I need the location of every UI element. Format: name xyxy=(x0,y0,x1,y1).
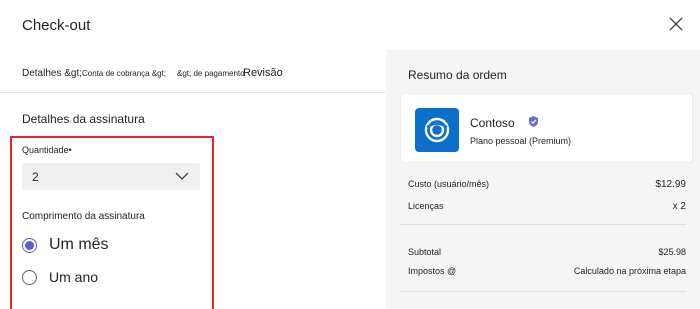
summary-divider-bottom xyxy=(400,291,686,292)
step-billing-account[interactable]: Conta de cobrança &gt; xyxy=(82,69,166,78)
quantity-dropdown[interactable]: 2 xyxy=(22,163,200,190)
product-card: Contoso Plano pessoal (Premium) xyxy=(400,93,693,163)
taxes-label: Impostos @ xyxy=(408,266,457,276)
chevron-down-icon xyxy=(175,172,189,180)
licenses-row: Licenças x 2 xyxy=(408,201,686,217)
verified-badge-icon xyxy=(529,116,538,127)
option-one-year-label: Um ano xyxy=(49,269,99,285)
subtotal-label: Subtotal xyxy=(408,247,442,257)
subscription-details-heading: Detalhes da assinatura xyxy=(22,112,145,126)
cost-row: Custo (usuário/mês) $12.99 xyxy=(408,179,686,195)
highlight-box xyxy=(10,136,214,309)
subscription-length-label: Comprimento da assinatura xyxy=(22,211,145,222)
cost-value: $12.99 xyxy=(655,179,686,190)
product-name: Contoso xyxy=(470,116,515,130)
checkout-form-pane: Detalhes &gt; Conta de cobrança &gt; &gt… xyxy=(0,50,386,309)
taxes-value: Calculado na próxima etapa xyxy=(573,266,686,276)
step-details[interactable]: Detalhes &gt; xyxy=(22,68,82,79)
plan-name: Plano pessoal (Premium) xyxy=(470,136,572,146)
radio-button-one-month[interactable] xyxy=(22,238,37,253)
quantity-label: Quantidade• xyxy=(22,145,72,155)
licenses-value: x 2 xyxy=(672,201,686,212)
order-summary-pane: Resumo da ordem Contoso Plano pessoal (P… xyxy=(386,50,700,309)
quantity-value: 2 xyxy=(32,170,39,184)
order-summary-heading: Resumo da ordem xyxy=(408,68,507,82)
summary-divider xyxy=(400,224,686,225)
step-review[interactable]: Revisão xyxy=(243,67,283,79)
cost-label: Custo (usuário/mês) xyxy=(408,179,490,189)
subtotal-row: Subtotal $25.98 xyxy=(408,247,686,263)
licenses-label: Licenças xyxy=(408,201,444,211)
close-button[interactable] xyxy=(666,14,686,34)
dialog-header: Check-out xyxy=(0,0,700,50)
subtotal-value: $25.98 xyxy=(658,247,686,257)
close-icon xyxy=(669,17,683,31)
radio-button-one-year[interactable] xyxy=(22,270,37,285)
taxes-row: Impostos @ Calculado na próxima etapa xyxy=(408,266,686,282)
option-one-month-label: Um mês xyxy=(49,236,109,253)
step-payment[interactable]: &gt; de pagamento xyxy=(177,69,245,78)
checkout-steps-breadcrumb: Detalhes &gt; Conta de cobrança &gt; &gt… xyxy=(0,50,386,93)
dialog-title: Check-out xyxy=(22,17,91,34)
contoso-logo-icon xyxy=(415,108,459,152)
